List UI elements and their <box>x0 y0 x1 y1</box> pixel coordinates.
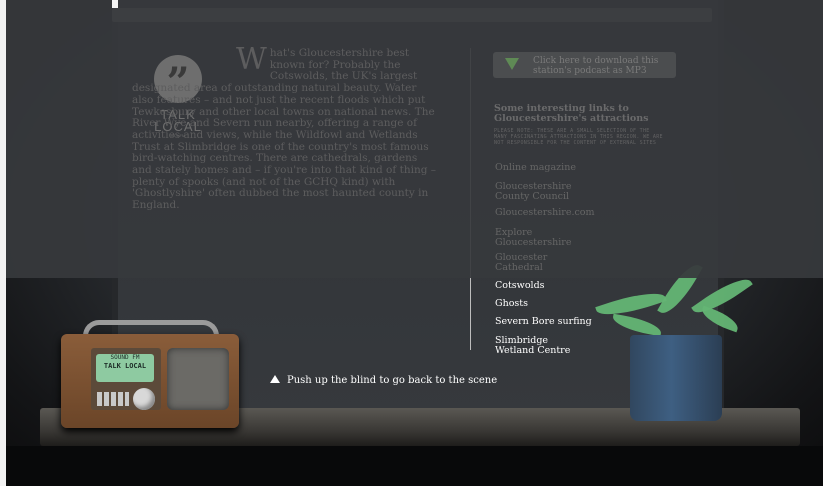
radio-buttons <box>97 392 129 406</box>
link-slimbridge[interactable]: Slimbridge Wetland Centre <box>495 336 585 356</box>
link-online-magazine[interactable]: Online magazine <box>495 163 615 173</box>
up-arrow-icon <box>270 375 280 383</box>
sill-shadow <box>0 446 823 486</box>
download-label: Click here to download this station's po… <box>533 56 659 76</box>
radio-knob[interactable] <box>133 388 155 410</box>
link-gloucester-cathedral[interactable]: Gloucester Cathedral <box>495 253 565 273</box>
blind-cord-handle[interactable] <box>112 0 118 8</box>
link-explore-gloucestershire[interactable]: Explore Gloucestershire <box>495 228 575 248</box>
radio-screen: SOUND FM TALK LOCAL <box>96 354 154 382</box>
article-text: What's Gloucestershire best known for? P… <box>132 42 437 212</box>
radio[interactable]: SOUND FM TALK LOCAL <box>61 320 239 428</box>
blind-hint-text: Push up the blind to go back to the scen… <box>287 375 498 386</box>
links-intro: PLEASE NOTE: THESE ARE A SMALL SELECTION… <box>494 128 663 146</box>
link-severn-bore-surfing[interactable]: Severn Bore surfing <box>495 317 615 327</box>
blind-rail <box>112 8 712 22</box>
links-title: Some interesting links to Gloucestershir… <box>494 103 649 124</box>
radio-screen-line1: SOUND FM <box>110 354 140 361</box>
blind-hint[interactable]: Push up the blind to go back to the scen… <box>270 375 497 387</box>
radio-speaker <box>167 348 229 410</box>
left-edge-bar <box>0 0 6 486</box>
radio-panel: SOUND FM TALK LOCAL <box>91 348 161 410</box>
article-body: hat's Gloucestershire best known for? Pr… <box>132 47 437 212</box>
radio-screen-line2: TALK LOCAL <box>103 362 147 370</box>
link-cotswolds[interactable]: Cotswolds <box>495 281 615 291</box>
plant-pot <box>630 335 722 421</box>
article-dropcap: W <box>236 42 267 77</box>
radio-body: SOUND FM TALK LOCAL <box>61 334 239 428</box>
link-county-council[interactable]: Gloucestershire County Council <box>495 182 575 202</box>
download-arrow-icon <box>505 58 519 70</box>
link-gloucestershire-com[interactable]: Gloucestershire.com <box>495 208 615 218</box>
download-podcast-button[interactable]: Click here to download this station's po… <box>493 52 676 78</box>
link-ghosts[interactable]: Ghosts <box>495 299 615 309</box>
